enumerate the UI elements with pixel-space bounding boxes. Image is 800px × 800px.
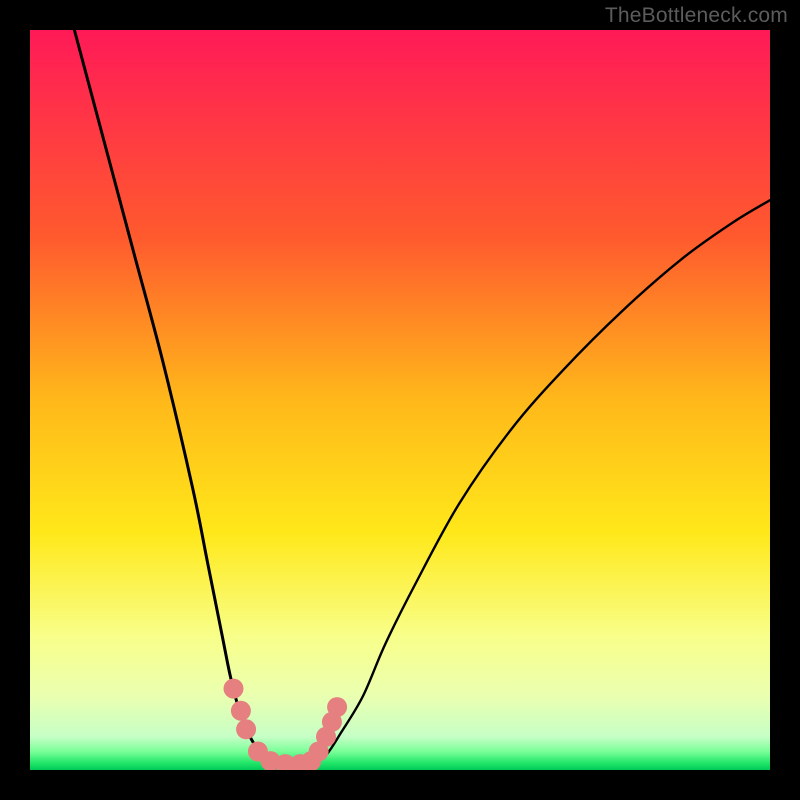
chart-svg	[0, 0, 800, 800]
chart-stage: TheBottleneck.com	[0, 0, 800, 800]
marker-dot	[231, 701, 251, 721]
watermark-text: TheBottleneck.com	[605, 4, 788, 28]
marker-dot	[327, 697, 347, 717]
marker-dot	[236, 719, 256, 739]
marker-dot	[224, 679, 244, 699]
plot-background	[30, 30, 770, 770]
